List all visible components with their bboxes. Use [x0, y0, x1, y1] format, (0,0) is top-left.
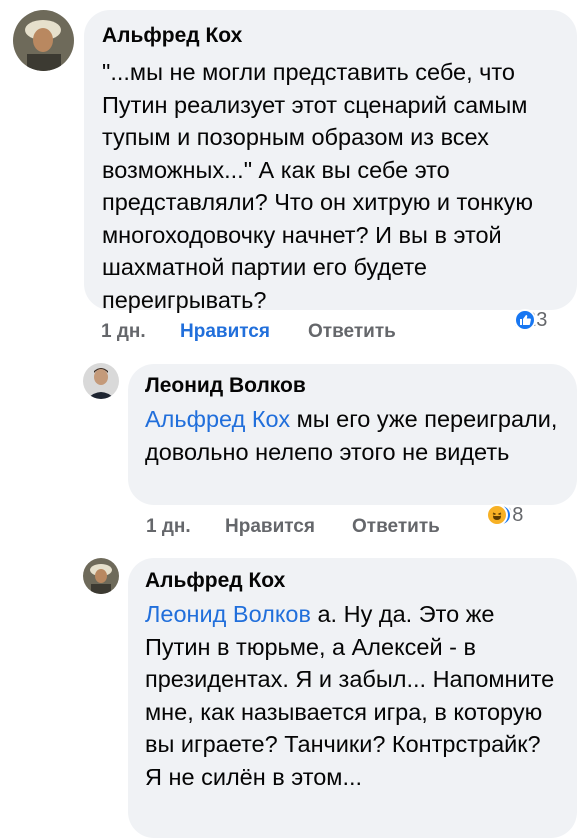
avatar[interactable] [13, 10, 74, 71]
comment-body: а. Ну да. Это же Путин в тюрьме, а Алекс… [145, 601, 555, 790]
comment-author[interactable]: Альфред Кох [102, 23, 561, 49]
comment-actions: 1 дн. Нравится Ответить 108 [0, 504, 581, 541]
avatar[interactable] [83, 363, 119, 399]
comment-bubble: Леонид Волков Альфред Кох мы его уже пер… [128, 364, 577, 505]
avatar[interactable] [83, 558, 119, 594]
comment-text: "...мы не могли представить себе, что Пу… [102, 59, 534, 313]
comment-text: Альфред Кох мы его уже переиграли, довол… [145, 403, 561, 468]
comment-author[interactable]: Альфред Кох [145, 568, 561, 594]
like-button[interactable]: Нравится [225, 516, 315, 538]
comment-time[interactable]: 1 дн. [101, 321, 146, 343]
like-icon [514, 309, 536, 331]
reply-button[interactable]: Ответить [308, 321, 396, 343]
haha-icon [486, 504, 508, 526]
comment-time[interactable]: 1 дн. [146, 516, 191, 538]
comment-bubble: Альфред Кох "...мы не могли представить … [84, 10, 577, 313]
reply-button[interactable]: Ответить [352, 516, 440, 538]
comment-actions: 1 дн. Нравится Ответить 123 [0, 309, 581, 346]
comment-text: Леонид Волков а. Ну да. Это же Путин в т… [145, 598, 561, 793]
like-button[interactable]: Нравится [180, 321, 270, 343]
mention-link[interactable]: Альфред Кох [145, 406, 290, 432]
comment-author[interactable]: Леонид Волков [145, 373, 561, 399]
mention-link[interactable]: Леонид Волков [145, 601, 311, 627]
comment-bubble: Альфред Кох Леонид Волков а. Ну да. Это … [128, 558, 577, 838]
